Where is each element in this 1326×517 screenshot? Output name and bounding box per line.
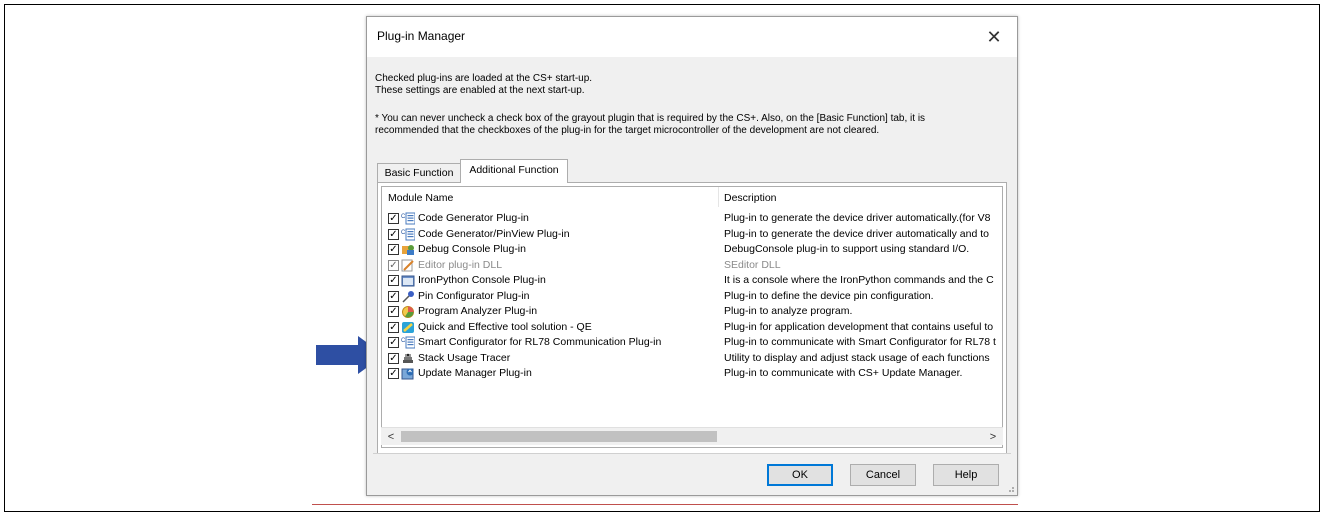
table-row[interactable]: ✓ C Smart Configurator for RL78 Communicat…	[382, 335, 1002, 351]
module-description: Plug-in to analyze program.	[724, 305, 853, 317]
tab-panel: Module Name Description ✓ C Code Generator…	[377, 182, 1007, 454]
plugin-checkbox[interactable]: ✓	[388, 352, 399, 364]
scroll-left-icon[interactable]: <	[383, 429, 399, 445]
module-name: Code Generator Plug-in	[418, 212, 529, 224]
plugin-checkbox[interactable]: ✓	[388, 244, 399, 255]
scroll-thumb[interactable]	[401, 431, 717, 442]
update-manager-icon	[401, 367, 415, 380]
program-analyzer-icon	[401, 305, 415, 318]
cancel-button[interactable]: Cancel	[850, 464, 916, 486]
module-description: Plug-in to generate the device driver au…	[724, 212, 991, 224]
table-row[interactable]: ✓ Pin Configurator Plug-in Plug-in to defi…	[382, 289, 1002, 305]
note-text-line2: recommended that the checkboxes of the p…	[375, 125, 880, 136]
svg-text:C: C	[401, 230, 406, 236]
plugin-checkbox[interactable]: ✓	[388, 275, 399, 286]
table-row[interactable]: ✓ Debug Console Plug-in DebugConsole plug-…	[382, 242, 1002, 258]
module-description: Plug-in to generate the device driver au…	[724, 227, 989, 240]
plugin-manager-dialog: Plug-in Manager ✕ Checked plug-ins are l…	[366, 16, 1018, 496]
plugin-checkbox[interactable]: ✓	[388, 228, 399, 240]
table-row[interactable]: ✓ C Code Generator/PinView Plug-in Plug-in …	[382, 227, 1002, 243]
module-description: DebugConsole plug-in to support using st…	[724, 243, 970, 255]
svg-text:C: C	[401, 214, 406, 220]
module-name: Code Generator/PinView Plug-in	[418, 227, 570, 240]
module-name: Smart Configurator for RL78 Communicatio…	[418, 336, 662, 348]
module-name: Editor plug-in DLL	[418, 258, 503, 271]
module-description: Utility to display and adjust stack usag…	[724, 351, 990, 364]
code-generator-icon: C	[401, 336, 416, 349]
title-bar: Plug-in Manager ✕	[367, 17, 1017, 57]
module-name: Quick and Effective tool solution - QE	[418, 320, 592, 333]
plugin-checkbox[interactable]: ✓	[388, 259, 399, 271]
button-separator	[373, 453, 1011, 454]
code-generator-icon: C	[401, 228, 416, 241]
plugin-checkbox[interactable]: ✓	[388, 306, 399, 317]
module-name: Update Manager Plug-in	[418, 367, 532, 379]
module-name: Program Analyzer Plug-in	[418, 305, 538, 317]
editor-icon	[401, 259, 415, 272]
column-header-module-name[interactable]: Module Name	[388, 192, 453, 204]
module-description: SEditor DLL	[724, 258, 781, 271]
module-name: Stack Usage Tracer	[418, 351, 511, 364]
table-row[interactable]: ✓ Update Manager Plug-in Plug-in to commun…	[382, 366, 1002, 382]
table-row[interactable]: ✓ Quick and Effective tool solution - QE P…	[382, 320, 1002, 336]
scroll-right-icon[interactable]: >	[985, 429, 1001, 445]
note-text-line1: * You can never uncheck a check box of t…	[375, 113, 926, 124]
info-text-line2: These settings are enabled at the next s…	[375, 85, 585, 96]
column-divider[interactable]	[718, 187, 719, 207]
console-icon	[401, 274, 415, 287]
table-row[interactable]: ✓ IronPython Console Plug-in It is a conso…	[382, 273, 1002, 289]
module-description: Plug-in to communicate with Smart Config…	[724, 336, 996, 348]
module-description: It is a console where the IronPython com…	[724, 274, 994, 286]
plugin-checkbox[interactable]: ✓	[388, 321, 399, 333]
module-description: Plug-in to communicate with CS+ Update M…	[724, 367, 963, 379]
module-name: Pin Configurator Plug-in	[418, 289, 530, 302]
resize-grip-icon[interactable]	[1005, 483, 1015, 493]
table-row[interactable]: ✓ Editor plug-in DLL SEditor DLL	[382, 258, 1002, 274]
code-generator-icon: C	[401, 212, 416, 225]
plugin-list: Module Name Description ✓ C Code Generator…	[381, 186, 1003, 448]
close-icon[interactable]: ✕	[971, 17, 1017, 57]
info-text-line1: Checked plug-ins are loaded at the CS+ s…	[375, 73, 593, 84]
tab-basic-function[interactable]: Basic Function	[377, 163, 461, 182]
pin-configurator-icon	[401, 290, 415, 303]
plugin-checkbox[interactable]: ✓	[388, 290, 399, 302]
table-row[interactable]: ✓ C Code Generator Plug-in Plug-in to gener…	[382, 211, 1002, 227]
svg-text:C: C	[401, 338, 406, 344]
module-description: Plug-in to define the device pin configu…	[724, 289, 934, 302]
list-header: Module Name Description	[382, 187, 1002, 207]
underline-rule	[312, 504, 1018, 505]
column-header-description[interactable]: Description	[724, 192, 777, 204]
dialog-title: Plug-in Manager	[377, 29, 466, 43]
tab-additional-function[interactable]: Additional Function	[460, 159, 568, 183]
debug-console-icon	[401, 243, 415, 256]
help-button[interactable]: Help	[933, 464, 999, 486]
module-name: Debug Console Plug-in	[418, 243, 526, 255]
table-row[interactable]: ✓ Program Analyzer Plug-in Plug-in to anal…	[382, 304, 1002, 320]
table-row[interactable]: ✓ Stack Usage Tracer Utility to display an…	[382, 351, 1002, 367]
horizontal-scrollbar[interactable]: < >	[381, 427, 1003, 445]
ok-button[interactable]: OK	[767, 464, 833, 486]
module-name: IronPython Console Plug-in	[418, 274, 546, 286]
module-description: Plug-in for application development that…	[724, 320, 994, 333]
plugin-checkbox[interactable]: ✓	[388, 368, 399, 379]
plugin-checkbox[interactable]: ✓	[388, 337, 399, 348]
qe-icon	[401, 321, 415, 334]
stack-tracer-icon	[401, 352, 415, 365]
plugin-checkbox[interactable]: ✓	[388, 213, 399, 224]
list-rows: ✓ C Code Generator Plug-in Plug-in to gener…	[382, 211, 1002, 382]
